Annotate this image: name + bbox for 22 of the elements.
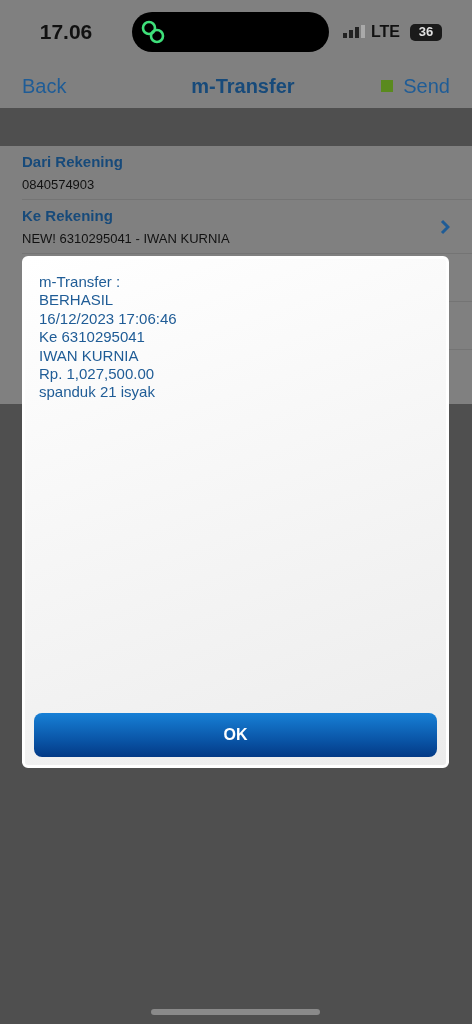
network-label: LTE — [371, 22, 401, 42]
ok-button[interactable]: OK — [34, 713, 437, 757]
field-value: NEW! 6310295041 - IWAN KURNIA — [22, 230, 230, 248]
screen-title: m-Transfer — [191, 74, 295, 99]
list-row[interactable]: Dari Rekening 0840574903 — [22, 146, 472, 200]
signal-icon — [343, 25, 365, 39]
link-icon — [140, 19, 166, 45]
message-line: spanduk 21 isyak — [39, 383, 156, 402]
message-line: m-Transfer : — [39, 273, 122, 292]
message-line: 16/12/2023 17:06:46 — [39, 309, 178, 329]
field-label: Dari Rekening — [22, 151, 123, 172]
field-label: Ke Rekening — [22, 205, 114, 226]
list-row[interactable]: Ke Rekening NEW! 6310295041 - IWAN KURNIA — [22, 200, 472, 254]
status-square-icon — [381, 80, 394, 92]
message-line: Rp. 1,027,500.00 — [39, 365, 156, 384]
field-value: 0840574903 — [22, 176, 96, 194]
message-line: IWAN KURNIA — [39, 346, 140, 366]
chevron-right-icon[interactable] — [440, 218, 450, 235]
message-line: Ke 6310295041 — [39, 328, 146, 347]
message-line: BERHASIL — [39, 291, 115, 310]
status-time: 17.06 — [38, 19, 94, 46]
battery-indicator: 36 — [410, 23, 443, 41]
